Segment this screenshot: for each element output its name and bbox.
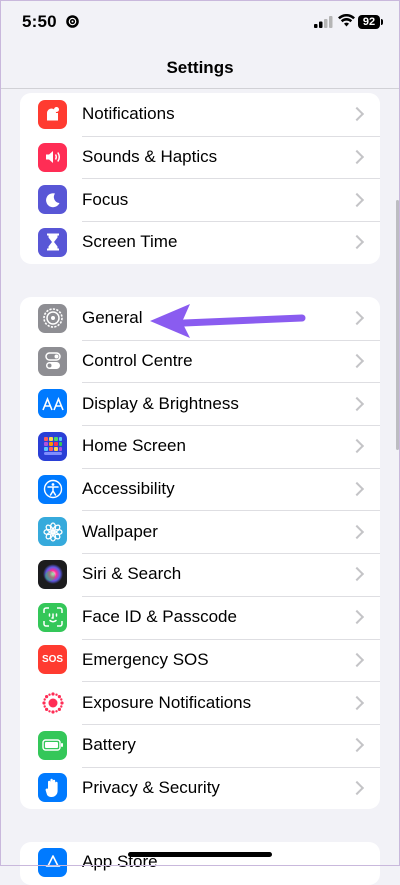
grid-icon bbox=[38, 431, 67, 461]
exposure-icon bbox=[38, 688, 67, 718]
settings-row-display-brightness[interactable]: Display & Brightness bbox=[20, 382, 380, 425]
chevron-right-icon bbox=[349, 353, 365, 369]
toggles-icon bbox=[38, 346, 67, 376]
chevron-right-icon bbox=[349, 235, 365, 250]
settings-row-home-screen[interactable]: Home Screen bbox=[20, 425, 380, 468]
chevron-right-icon bbox=[349, 738, 365, 753]
chevron-right-icon bbox=[349, 652, 365, 667]
location-icon bbox=[66, 15, 79, 28]
settings-row-label: Siri & Search bbox=[82, 564, 182, 584]
settings-row-label: Home Screen bbox=[82, 436, 186, 456]
chevron-right-icon bbox=[349, 439, 365, 454]
settings-group-2: General Control Centre Display & Brightn… bbox=[20, 297, 380, 810]
settings-row-screen-time[interactable]: Screen Time bbox=[20, 221, 380, 264]
cellular-signal-icon bbox=[314, 16, 333, 28]
settings-row-siri-search[interactable]: Siri & Search bbox=[20, 553, 380, 596]
flower-icon bbox=[38, 517, 67, 547]
battery-icon bbox=[38, 730, 67, 760]
settings-row-battery[interactable]: Battery bbox=[20, 723, 380, 767]
settings-row-sounds-haptics[interactable]: Sounds & Haptics bbox=[20, 135, 380, 179]
chevron-right-icon bbox=[349, 311, 365, 326]
settings-row-privacy-security[interactable]: Privacy & Security bbox=[20, 766, 380, 810]
settings-row-label: Face ID & Passcode bbox=[82, 607, 237, 627]
settings-row-control-centre[interactable]: Control Centre bbox=[20, 339, 380, 383]
settings-row-exposure-notifications[interactable]: Exposure Notifications bbox=[20, 681, 380, 724]
settings-row-app-store[interactable]: App Store bbox=[20, 842, 380, 885]
faceid-icon bbox=[38, 602, 67, 632]
settings-row-face-id-passcode[interactable]: Face ID & Passcode bbox=[20, 595, 380, 639]
settings-row-label: Emergency SOS bbox=[82, 649, 209, 669]
settings-row-label: Screen Time bbox=[82, 232, 178, 252]
settings-row-label: Display & Brightness bbox=[82, 393, 239, 413]
annotation-arrow-shaft bbox=[180, 314, 306, 327]
chevron-right-icon bbox=[349, 780, 365, 795]
chevron-right-icon bbox=[349, 107, 365, 122]
moon-icon bbox=[38, 185, 67, 215]
gear-icon bbox=[38, 303, 67, 333]
settings-row-emergency-sos[interactable]: SOS Emergency SOS bbox=[20, 638, 380, 682]
chevron-right-icon bbox=[349, 695, 365, 710]
battery-indicator: 92 bbox=[358, 15, 383, 29]
hand-icon bbox=[38, 773, 67, 803]
sos-icon: SOS bbox=[38, 645, 67, 675]
accessibility-icon bbox=[38, 474, 67, 504]
settings-row-label: Privacy & Security bbox=[82, 777, 220, 797]
status-time: 5:50 bbox=[22, 12, 57, 31]
chevron-right-icon bbox=[349, 192, 365, 207]
settings-row-accessibility[interactable]: Accessibility bbox=[20, 467, 380, 511]
bell-icon bbox=[38, 99, 67, 129]
appstore-icon bbox=[38, 848, 67, 877]
settings-group-3: App Store bbox=[20, 842, 380, 885]
settings-row-label: Notifications bbox=[82, 104, 175, 124]
home-indicator[interactable] bbox=[128, 852, 272, 857]
chevron-right-icon bbox=[349, 396, 365, 411]
aa-icon bbox=[38, 389, 67, 419]
siri-icon bbox=[38, 559, 67, 589]
hourglass-icon bbox=[38, 227, 67, 257]
chevron-right-icon bbox=[349, 149, 365, 165]
settings-row-label: Exposure Notifications bbox=[82, 692, 252, 712]
settings-row-notifications[interactable]: Notifications bbox=[20, 93, 380, 136]
chevron-right-icon bbox=[349, 567, 365, 582]
settings-row-label: Battery bbox=[82, 735, 136, 755]
chevron-right-icon bbox=[349, 524, 365, 539]
settings-row-focus[interactable]: Focus bbox=[20, 178, 380, 221]
wifi-icon bbox=[338, 14, 355, 27]
settings-row-label: General bbox=[82, 308, 143, 328]
settings-row-label: Accessibility bbox=[82, 479, 175, 499]
chevron-right-icon bbox=[349, 482, 365, 497]
scrollbar[interactable] bbox=[396, 200, 399, 450]
annotation-arrow-icon bbox=[150, 304, 306, 338]
settings-row-label: Wallpaper bbox=[82, 521, 158, 541]
settings-group-1: Notifications Sounds & Haptics Focus Scr… bbox=[20, 93, 380, 264]
settings-row-label: Focus bbox=[82, 189, 129, 209]
settings-row-wallpaper[interactable]: Wallpaper bbox=[20, 510, 380, 553]
speaker-icon bbox=[38, 142, 67, 172]
nav-divider bbox=[0, 88, 400, 89]
status-bar: 5:50 92 bbox=[0, 0, 400, 48]
page-title: Settings bbox=[166, 58, 234, 77]
chevron-right-icon bbox=[349, 610, 365, 625]
settings-row-label: Sounds & Haptics bbox=[82, 147, 218, 167]
settings-row-label: Control Centre bbox=[82, 351, 193, 371]
